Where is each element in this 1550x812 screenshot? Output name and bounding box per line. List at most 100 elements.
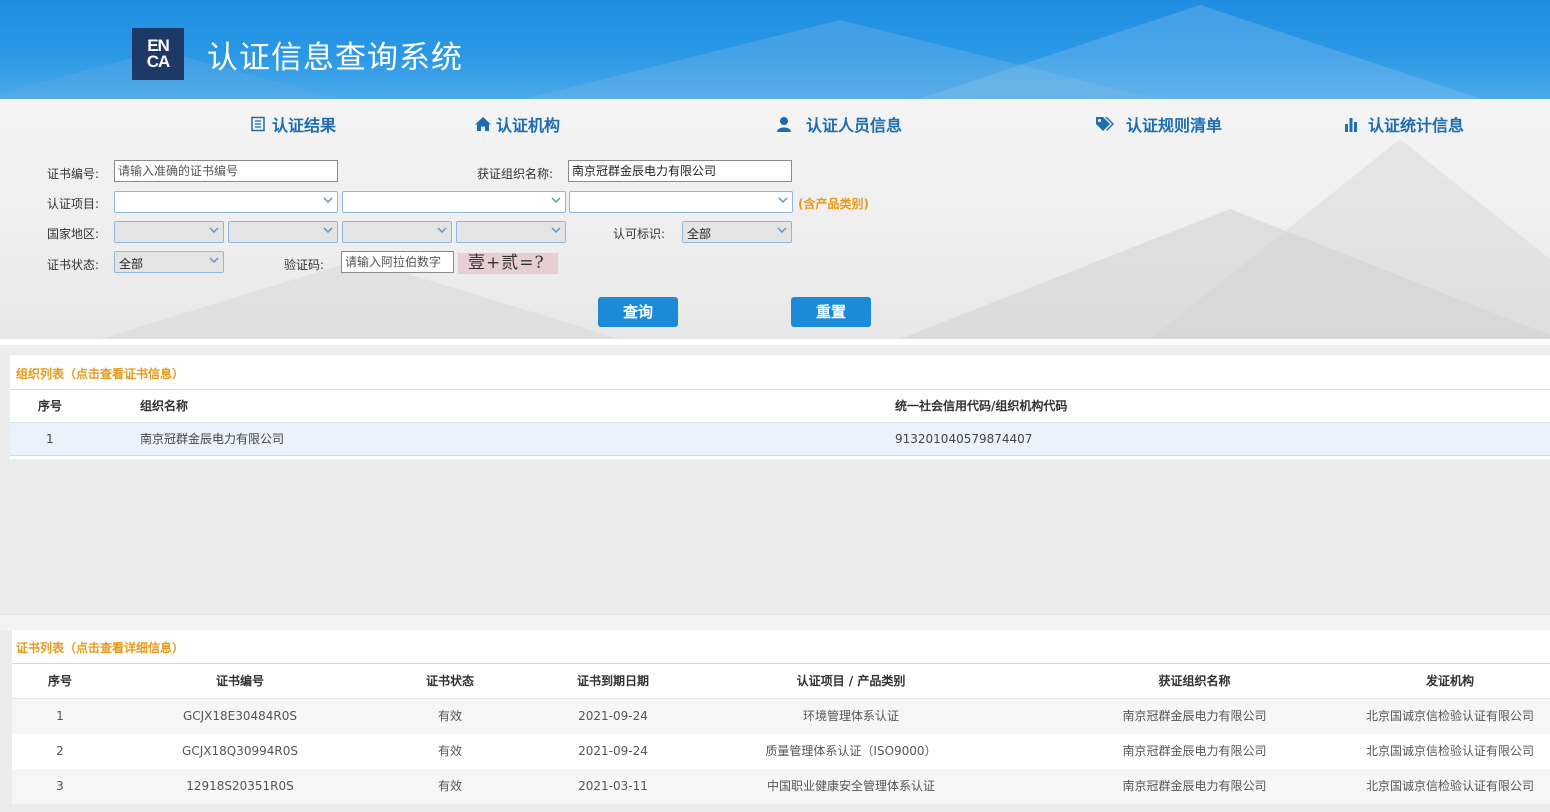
cert-project: 环境管理体系认证 (802, 709, 899, 723)
cert-no-label: 证书编号: (47, 167, 100, 181)
cert-expiry: 2021-09-24 (578, 744, 648, 758)
cert-project: 质量管理体系认证（ISO9000） (765, 744, 937, 758)
org-name-input[interactable]: 南京冠群金辰电力有限公司 (568, 160, 792, 182)
cert-status: 有效 (437, 779, 462, 793)
nav-label: 认证机构 (496, 116, 561, 135)
cert-expiry: 2021-03-11 (578, 779, 648, 793)
col-header-org: 获证组织名称 (1158, 674, 1231, 688)
home-icon (474, 116, 491, 132)
cert-table-body: 1 GCJX18E30484R0S 有效 2021-09-24 环境管理体系认证… (12, 699, 1550, 804)
nav-cert-results[interactable]: 认证结果 (250, 113, 336, 135)
cert-no-index: 1 (56, 709, 64, 723)
col-header-issuer: 发证机构 (1425, 674, 1474, 688)
chevron-down-icon (551, 227, 561, 234)
project-select-1[interactable] (114, 191, 338, 213)
chevron-down-icon (323, 227, 333, 234)
cert-issuer: 北京国诚京信检验认证有限公司 (1365, 744, 1534, 758)
status-value: 全部 (119, 257, 144, 271)
reset-button[interactable]: 重置 (791, 297, 871, 327)
cert-issuer: 北京国诚京信检验认证有限公司 (1365, 779, 1534, 793)
cert-table-header: 序号 证书编号 证书状态 证书到期日期 认证项目 / 产品类别 获证组织名称 发… (12, 664, 1550, 699)
org-list-title: 组织列表（点击查看证书信息） (10, 355, 1550, 390)
cert-no-index: 2 (56, 744, 64, 758)
bg-mountain-decor (900, 209, 1550, 339)
table-row[interactable]: 1 GCJX18E30484R0S 有效 2021-09-24 环境管理体系认证… (12, 699, 1550, 734)
nav-label: 认证人员信息 (806, 116, 903, 135)
nav-statistics[interactable]: 认证统计信息 (1344, 113, 1464, 135)
query-button[interactable]: 查询 (598, 297, 678, 327)
captcha-image[interactable]: 壹+贰=? (458, 253, 558, 274)
cert-org: 南京冠群金辰电力有限公司 (1122, 779, 1267, 793)
col-header-no: 序号 (47, 674, 72, 688)
user-icon (776, 116, 792, 132)
org-name: 南京冠群金辰电力有限公司 (140, 432, 285, 446)
org-name-label: 获证组织名称: (477, 167, 554, 181)
chevron-down-icon (777, 227, 787, 234)
status-select[interactable]: 全部 (114, 251, 224, 273)
region-label: 国家地区: (47, 227, 100, 241)
project-select-2[interactable] (342, 191, 566, 213)
cert-status: 有效 (437, 744, 462, 758)
cert-list-title: 证书列表（点击查看详细信息） (12, 630, 1550, 664)
cert-expiry: 2021-09-24 (578, 709, 648, 723)
captcha-label: 验证码: (284, 258, 325, 272)
accredit-value: 全部 (687, 227, 712, 241)
col-header-expiry: 证书到期日期 (576, 674, 649, 688)
nav-personnel-info[interactable]: 认证人员信息 (776, 113, 902, 135)
site-title: 认证信息查询系统 (207, 40, 463, 76)
project-select-3[interactable] (569, 191, 793, 213)
site-header: EN CA 认证信息查询系统 (0, 0, 1550, 99)
region-select-4[interactable] (456, 221, 566, 243)
nav-label: 认证规则清单 (1126, 116, 1223, 135)
region-select-2[interactable] (228, 221, 338, 243)
header-mountain-decor (900, 5, 1500, 99)
col-header-cert-no: 证书编号 (215, 674, 264, 688)
col-header-org-name: 组织名称 (140, 399, 189, 413)
chevron-down-icon (323, 197, 333, 204)
chevron-down-icon (437, 227, 447, 234)
divider (0, 339, 1550, 345)
col-header-status: 证书状态 (425, 674, 474, 688)
product-category-hint: (含产品类别) (798, 197, 869, 211)
org-code: 913201040579874407 (895, 432, 1033, 446)
chevron-down-icon (209, 227, 219, 234)
org-table-header: 序号 组织名称 统一社会信用代码/组织机构代码 (10, 390, 1550, 423)
logo-text-bottom: CA (146, 52, 171, 71)
nav-rules-list[interactable]: 认证规则清单 (1095, 113, 1222, 135)
list-icon (250, 116, 266, 132)
cert-status: 有效 (437, 709, 462, 723)
cnca-logo: EN CA (132, 28, 184, 80)
accredit-label: 认可标识: (613, 227, 666, 241)
col-header-project: 认证项目 / 产品类别 (796, 674, 906, 688)
org-no: 1 (46, 432, 54, 446)
nav-cert-bodies[interactable]: 认证机构 (474, 113, 560, 135)
search-panel-bg (0, 99, 1550, 339)
captcha-input[interactable]: 请输入阿拉伯数字 (341, 251, 454, 273)
project-label: 认证项目: (47, 197, 100, 211)
table-row[interactable]: 2 GCJX18Q30994R0S 有效 2021-09-24 质量管理体系认证… (12, 734, 1550, 769)
table-row[interactable]: 1 南京冠群金辰电力有限公司 913201040579874407 (10, 423, 1550, 456)
status-label: 证书状态: (47, 258, 100, 272)
cert-list-panel: 证书列表（点击查看详细信息） 序号 证书编号 证书状态 证书到期日期 认证项目 … (12, 630, 1550, 804)
cert-project: 中国职业健康安全管理体系认证 (766, 779, 935, 793)
cert-number: GCJX18E30484R0S (182, 709, 298, 723)
divider (0, 614, 1550, 630)
tags-icon (1095, 116, 1115, 132)
nav-label: 认证统计信息 (1368, 116, 1465, 135)
region-select-1[interactable] (114, 221, 224, 243)
cert-number: GCJX18Q30994R0S (182, 744, 298, 758)
cert-number: 12918S20351R0S (186, 779, 294, 793)
bar-chart-icon (1344, 116, 1358, 132)
cert-no-input[interactable]: 请输入准确的证书编号 (114, 160, 338, 182)
cert-no-index: 3 (56, 779, 64, 793)
chevron-down-icon (778, 197, 788, 204)
col-header-no: 序号 (38, 399, 63, 413)
table-row[interactable]: 3 12918S20351R0S 有效 2021-03-11 中国职业健康安全管… (12, 769, 1550, 804)
col-header-credit-code: 统一社会信用代码/组织机构代码 (895, 399, 1068, 413)
region-select-3[interactable] (342, 221, 452, 243)
org-list-panel: 组织列表（点击查看证书信息） 序号 组织名称 统一社会信用代码/组织机构代码 1… (10, 355, 1550, 459)
cert-org: 南京冠群金辰电力有限公司 (1122, 744, 1267, 758)
nav-label: 认证结果 (272, 116, 337, 135)
chevron-down-icon (551, 197, 561, 204)
accredit-select[interactable]: 全部 (682, 221, 792, 243)
